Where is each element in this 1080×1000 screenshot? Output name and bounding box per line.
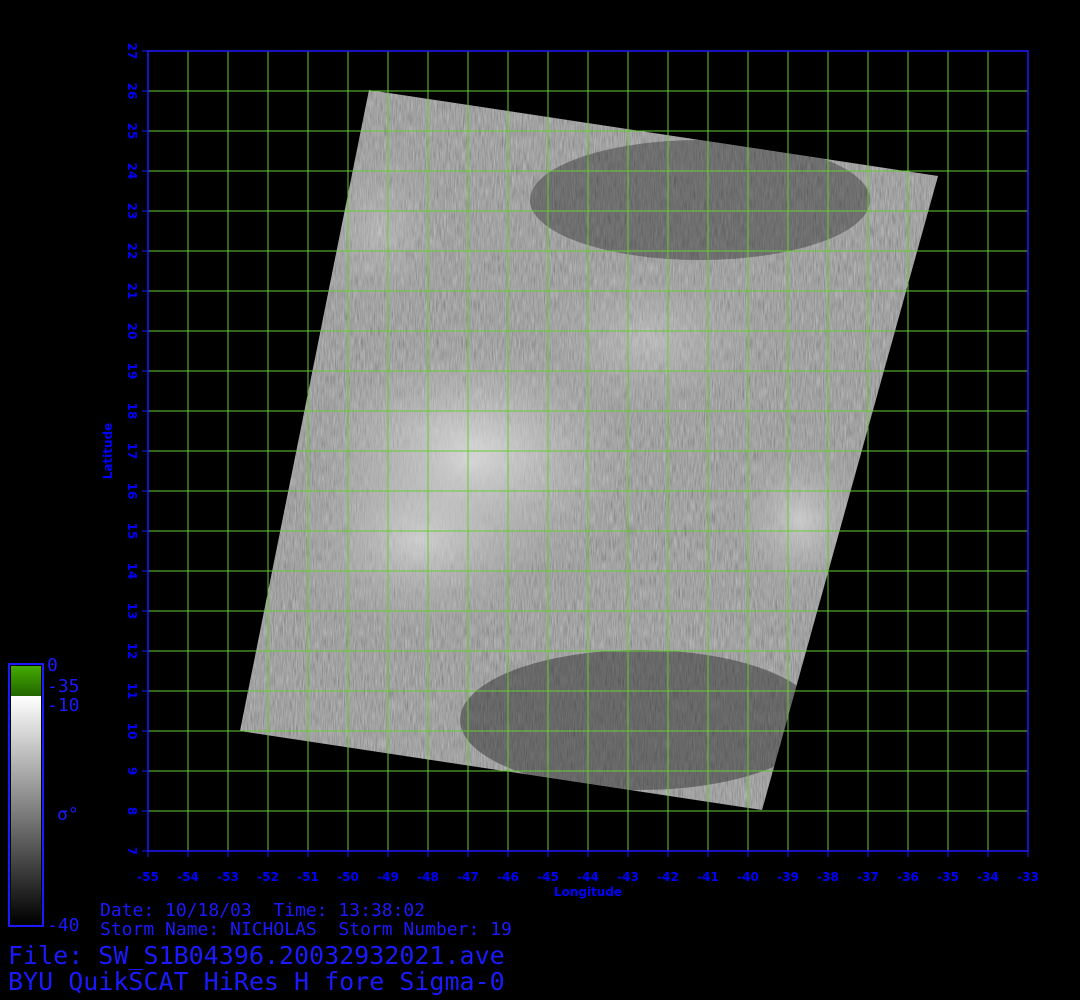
storm-line: Storm Name: NICHOLAS Storm Number: 19 — [100, 919, 512, 940]
x-tick-label: -40 — [737, 870, 759, 884]
y-axis-label: Latitude — [101, 423, 115, 480]
y-tick-label: 16 — [125, 483, 139, 500]
x-tick-label: -42 — [657, 870, 679, 884]
colorbar — [8, 663, 44, 927]
x-tick-label: -54 — [177, 870, 199, 884]
x-tick-label: -45 — [537, 870, 559, 884]
y-tick-label: 9 — [125, 767, 139, 775]
x-tick-label: -46 — [497, 870, 519, 884]
colorbar-green-band — [11, 666, 41, 696]
y-tick-label: 19 — [125, 363, 139, 380]
x-tick-label: -41 — [697, 870, 719, 884]
y-tick-label: 22 — [125, 243, 139, 260]
lat-lon-grid — [147, 50, 1029, 852]
y-tick-label: 15 — [125, 523, 139, 540]
y-tick-label: 21 — [125, 283, 139, 300]
y-tick-label: 24 — [125, 163, 139, 180]
x-tick-label: -36 — [897, 870, 919, 884]
x-tick-label: -43 — [617, 870, 639, 884]
x-axis-label: Longitude — [554, 885, 622, 899]
colorbar-bottom-value: -40 — [47, 915, 80, 936]
colorbar-green-bottom-value: -35 — [47, 676, 80, 697]
x-tick-label: -33 — [1017, 870, 1039, 884]
colorbar-sigma-symbol: σ° — [57, 804, 79, 825]
y-tick-label: 11 — [125, 683, 139, 700]
y-tick-label: 17 — [125, 443, 139, 460]
file-line: File: SW_S1B04396.20032932021.ave — [8, 941, 505, 970]
colorbar-gray-band — [11, 696, 41, 924]
x-tick-label: -38 — [817, 870, 839, 884]
x-tick-label: -48 — [417, 870, 439, 884]
y-tick-label: 13 — [125, 603, 139, 620]
x-tick-label: -53 — [217, 870, 239, 884]
scatterometer-plot: -55 -54 -53 -52 -51 -50 -49 -48 -47 -46 -45 -44 -43 -… — [8, 43, 1039, 927]
x-tick-label: -44 — [577, 870, 599, 884]
y-tick-label: 25 — [125, 123, 139, 140]
y-tick-label: 10 — [125, 723, 139, 740]
y-tick-label: 20 — [125, 323, 139, 340]
x-tick-label: -37 — [857, 870, 879, 884]
x-tick-label: -39 — [777, 870, 799, 884]
x-tick-label: -47 — [457, 870, 479, 884]
colorbar-white-top-value: -10 — [47, 695, 80, 716]
y-tick-label: 14 — [125, 563, 139, 580]
y-tick-label: 27 — [125, 43, 139, 60]
y-tick-label: 7 — [125, 847, 139, 855]
x-tick-label: -34 — [977, 870, 999, 884]
y-tick-label: 8 — [125, 807, 139, 815]
x-tick-label: -52 — [257, 870, 279, 884]
y-tick-label: 18 — [125, 403, 139, 420]
x-tick-label: -55 — [137, 870, 159, 884]
y-tick-label: 26 — [125, 83, 139, 100]
date-time-line: Date: 10/18/03 Time: 13:38:02 — [100, 900, 426, 921]
x-tick-label: -50 — [337, 870, 359, 884]
colorbar-top-value: 0 — [47, 655, 58, 676]
product-line: BYU QuikSCAT HiRes H fore Sigma-0 — [8, 967, 505, 996]
x-tick-label: -51 — [297, 870, 319, 884]
y-tick-label: 23 — [125, 203, 139, 220]
y-tick-label: 12 — [125, 643, 139, 660]
x-tick-label: -35 — [937, 870, 959, 884]
x-tick-label: -49 — [377, 870, 399, 884]
